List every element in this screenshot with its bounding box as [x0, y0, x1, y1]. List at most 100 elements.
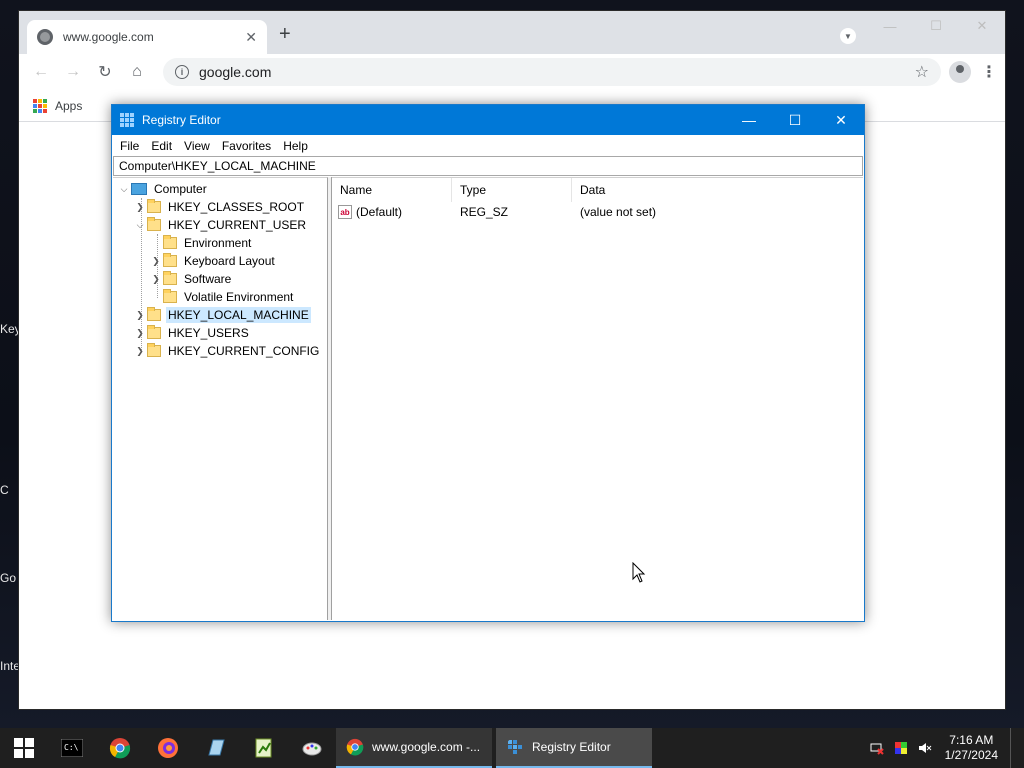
tree-item-label: Keyboard Layout	[184, 254, 275, 268]
regedit-titlebar[interactable]: Registry Editor — ☐ ✕	[112, 105, 864, 135]
address-field[interactable]: Computer\HKEY_LOCAL_MACHINE	[113, 156, 863, 176]
notepad-pinned-icon[interactable]	[192, 728, 240, 768]
paint-pinned-icon[interactable]	[288, 728, 336, 768]
regedit-window-controls: — ☐ ✕	[726, 105, 864, 135]
regedit-app-icon	[120, 113, 134, 127]
clock-date: 1/27/2024	[944, 748, 998, 762]
close-icon[interactable]: ✕	[959, 11, 1005, 41]
tree-item-volatile-environment[interactable]: Volatile Environment	[149, 288, 295, 306]
menu-edit[interactable]: Edit	[145, 139, 178, 153]
list-header: Name Type Data	[332, 177, 863, 202]
apps-bookmark[interactable]: Apps	[55, 99, 82, 113]
folder-icon	[163, 289, 177, 303]
tree-item-keyboard-layout[interactable]: ❯ Keyboard Layout	[149, 252, 277, 270]
column-header-name[interactable]: Name	[332, 177, 452, 202]
maximize-icon[interactable]: ☐	[772, 105, 818, 135]
tree-item-label: Software	[184, 272, 232, 286]
chrome-pinned-icon[interactable]	[96, 728, 144, 768]
volume-muted-icon[interactable]	[918, 741, 932, 755]
tree-item-software[interactable]: ❯ Software	[149, 270, 233, 288]
column-header-data[interactable]: Data	[572, 178, 863, 202]
value-type: REG_SZ	[460, 205, 509, 219]
chevron-right-icon[interactable]: ❯	[133, 202, 147, 213]
minimize-icon[interactable]: —	[726, 105, 772, 135]
chevron-right-icon[interactable]: ❯	[133, 310, 147, 321]
tree-item-computer[interactable]: ⌵ Computer	[117, 180, 209, 198]
tree-item-label: HKEY_USERS	[168, 326, 249, 340]
menu-help[interactable]: Help	[277, 139, 314, 153]
tab-close-icon[interactable]: ✕	[245, 29, 257, 46]
folder-icon	[163, 271, 177, 285]
color-app-icon[interactable]	[894, 741, 908, 755]
tree-item-label: HKEY_LOCAL_MACHINE	[166, 307, 311, 323]
address-bar[interactable]: i google.com ☆	[163, 58, 941, 86]
svg-text:C:\: C:\	[64, 743, 79, 752]
value-name-cell: ab (Default)	[332, 205, 452, 219]
clock[interactable]: 7:16 AM 1/27/2024	[937, 733, 1010, 763]
profile-icon[interactable]	[949, 61, 971, 83]
spreadsheet-pinned-icon[interactable]	[240, 728, 288, 768]
tree-item-environment[interactable]: Environment	[149, 234, 253, 252]
tree-item-hku[interactable]: ❯ HKEY_USERS	[133, 324, 251, 342]
menu-bar: File Edit View Favorites Help	[112, 135, 864, 156]
taskbar: C:\ www.google.com -... Registry Editor …	[0, 728, 1024, 768]
tree-item-hkcu[interactable]: ⌵ HKEY_CURRENT_USER	[133, 216, 308, 234]
minimize-icon[interactable]: —	[867, 11, 913, 41]
new-tab-button[interactable]: +	[279, 24, 291, 44]
folder-icon	[147, 325, 161, 339]
back-arrow-icon[interactable]: ←	[27, 58, 55, 86]
taskbar-regedit-window[interactable]: Registry Editor	[496, 728, 652, 768]
desktop-icon-label[interactable]: Go	[0, 571, 18, 585]
taskbar-chrome-window[interactable]: www.google.com -...	[336, 728, 492, 768]
chevron-down-icon[interactable]: ⌵	[117, 184, 131, 195]
chevron-right-icon[interactable]: ❯	[133, 346, 147, 357]
desktop-icon-label[interactable]: C	[0, 483, 18, 497]
tree-item-label: HKEY_CURRENT_USER	[168, 218, 307, 232]
folder-icon	[163, 253, 177, 267]
home-icon[interactable]: ⌂	[123, 58, 151, 86]
cmd-pinned-icon[interactable]: C:\	[48, 728, 96, 768]
chevron-right-icon[interactable]: ❯	[149, 256, 163, 267]
regedit-icon	[508, 740, 522, 754]
chrome-tab-strip: www.google.com ✕ + ▼ — ☐ ✕	[19, 11, 1005, 54]
chrome-icon	[346, 738, 364, 756]
window-title: Registry Editor	[142, 113, 221, 127]
value-row[interactable]: ab (Default) REG_SZ (value not set)	[332, 202, 863, 222]
info-icon[interactable]: i	[175, 65, 189, 79]
reload-icon[interactable]: ↻	[91, 58, 119, 86]
chevron-right-icon[interactable]: ❯	[133, 328, 147, 339]
windows-logo-icon	[14, 738, 34, 758]
forward-arrow-icon[interactable]: →	[59, 58, 87, 86]
menu-file[interactable]: File	[114, 139, 145, 153]
menu-view[interactable]: View	[178, 139, 216, 153]
menu-icon[interactable]: ⋮	[981, 62, 997, 82]
desktop-icon-label[interactable]: Inte	[0, 659, 18, 673]
start-button[interactable]	[0, 728, 48, 768]
menu-favorites[interactable]: Favorites	[216, 139, 277, 153]
desktop-icon-label[interactable]: Key	[0, 322, 18, 336]
url-text[interactable]: google.com	[199, 64, 915, 80]
apps-grid-icon[interactable]	[33, 98, 47, 113]
tree-item-label: Computer	[154, 182, 207, 196]
close-icon[interactable]: ✕	[818, 105, 864, 135]
firefox-pinned-icon[interactable]	[144, 728, 192, 768]
tree-item-hkcr[interactable]: ❯ HKEY_CLASSES_ROOT	[133, 198, 306, 216]
chrome-tab[interactable]: www.google.com ✕	[27, 20, 267, 54]
tree-item-label: Volatile Environment	[184, 290, 294, 304]
chevron-right-icon[interactable]: ❯	[149, 274, 163, 285]
registry-editor-window: Registry Editor — ☐ ✕ File Edit View Fav…	[111, 104, 865, 622]
network-icon[interactable]	[870, 741, 884, 755]
regedit-body: ⌵ Computer ❯ HKEY_CLASSES_ROOT ⌵ HKEY_CU…	[113, 177, 863, 620]
folder-icon	[147, 217, 161, 231]
maximize-icon[interactable]: ☐	[913, 11, 959, 41]
tree-item-label: HKEY_CURRENT_CONFIG	[168, 344, 320, 358]
column-header-type[interactable]: Type	[452, 177, 572, 202]
star-icon[interactable]: ☆	[915, 62, 929, 82]
taskbar-task-label: Registry Editor	[532, 740, 611, 754]
tree-item-label: Environment	[184, 236, 252, 250]
show-desktop-button[interactable]	[1010, 728, 1024, 768]
tab-search-icon[interactable]: ▼	[840, 28, 856, 44]
tree-item-hkcc[interactable]: ❯ HKEY_CURRENT_CONFIG	[133, 342, 321, 360]
tree-item-hklm[interactable]: ❯ HKEY_LOCAL_MACHINE	[133, 306, 311, 324]
chevron-down-icon[interactable]: ⌵	[133, 220, 147, 231]
